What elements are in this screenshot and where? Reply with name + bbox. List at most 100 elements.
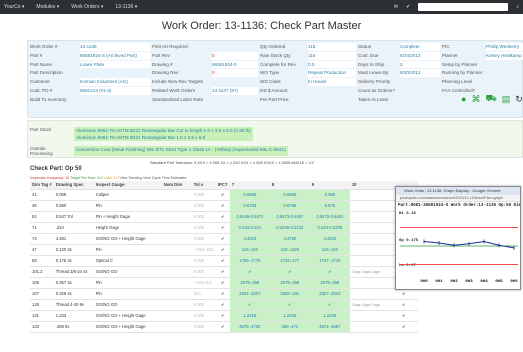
table-cell[interactable]: 0.2239-0.2232 (269, 222, 310, 234)
field-value-1-1[interactable]: 66581924-S (Archived Part) (80, 51, 150, 60)
field-value-3-7[interactable]: 6/20/2013 (400, 69, 440, 78)
table-cell[interactable]: 0.0695 (269, 189, 310, 201)
dimension-table: Dim Tag # Drawing Spec Inspect Gauge Nom Di… (30, 181, 418, 333)
table-cell[interactable]: 4.4813 (229, 233, 270, 245)
gage-links[interactable]: Gage Gage Gage (349, 299, 390, 311)
field-value-3-3[interactable]: 0 (212, 69, 258, 78)
table-cell[interactable]: ✔ (389, 299, 418, 311)
table-cell[interactable]: 0.5795 (269, 200, 310, 212)
field-value-2-1[interactable]: Lower Plate (80, 60, 150, 69)
field-value-2-7[interactable]: 2 (400, 60, 440, 69)
field-value-4-1[interactable]: Kornian Industries (AG) (80, 78, 150, 86)
network-icon[interactable]: ⌘ (471, 94, 480, 105)
x-tick-label: 001 (435, 280, 443, 284)
table-cell[interactable]: ✔ (309, 299, 350, 311)
table-cell[interactable]: 4.4822 (309, 233, 350, 245)
refresh-icon[interactable]: ↻ (515, 94, 523, 105)
field-value-1-3[interactable]: 0 (212, 51, 258, 60)
field-value-0-7[interactable]: Complete (400, 43, 440, 51)
table-cell[interactable]: 2575-.259 (309, 277, 350, 289)
table-cell[interactable]: ✔ (389, 310, 418, 322)
table-cell: 0.000 (191, 266, 216, 278)
field-value-3-5[interactable]: Repeat Production (308, 69, 356, 78)
table-cell[interactable]: 0.5793 (229, 200, 270, 212)
table-cell[interactable]: 0.224-0.2239 (309, 222, 350, 234)
field-value-0-9[interactable]: Phillip Wesberry (486, 43, 523, 51)
field-value-0-5[interactable]: 115 (308, 43, 356, 51)
outside-processing-label: Outside Processing (30, 146, 53, 156)
table-cell[interactable]: 4672-.4687 (309, 321, 350, 333)
table-cell[interactable]: ✔ (269, 266, 310, 278)
table-row: 460.580Pin0.005✔0.57930.57950.575✔ (30, 200, 418, 212)
table-cell[interactable]: 3282-.331 (269, 288, 310, 300)
table-cell[interactable]: ✔ (309, 266, 350, 278)
user-icon[interactable]: ✔ (406, 4, 410, 10)
table-cell[interactable]: 1752-.177 (269, 255, 310, 267)
column-header-3: Nom Dim (161, 181, 192, 190)
x-tick-label: 003 (465, 280, 473, 284)
document-icon[interactable]: ▤ (502, 94, 511, 105)
nav-work-order-number[interactable]: 13-1136 ▾ (115, 4, 137, 10)
envelope-icon[interactable]: ✉ (394, 4, 398, 10)
part-stock-value-2[interactable]: Aluminum 6061-T6 ASTM B221 Rectangular B… (74, 134, 253, 141)
table-cell[interactable]: 119-.120 (229, 244, 270, 256)
table-cell[interactable]: 0.575 (309, 200, 350, 212)
field-value-5-1[interactable]: 6581214 (#1-5) (80, 86, 150, 95)
table-cell[interactable]: 1747-.1742 (309, 255, 350, 267)
add-icon[interactable]: ● (461, 94, 466, 104)
table-cell[interactable]: 4675-.4702 (229, 321, 270, 333)
table-cell[interactable]: 2575-.259 (229, 277, 270, 289)
field-value-5-3[interactable]: 13-1137 (57) (212, 86, 258, 95)
nav-yourco[interactable]: YourCo ▾ (4, 4, 24, 10)
table-cell[interactable]: 0.5473-0.5467 (269, 211, 310, 223)
field-value-1-9[interactable]: Kelsey Heidkamp (486, 51, 523, 60)
field-value-1-5[interactable]: 115 (308, 51, 356, 60)
table-cell[interactable]: ✔ (389, 321, 418, 333)
field-value-2-5[interactable]: 0.0 (308, 60, 356, 69)
field-value-4-5[interactable]: In House (308, 78, 356, 86)
x-tick-label: 004 (480, 280, 488, 284)
search-icon[interactable]: ⌕ (516, 4, 519, 10)
table-cell[interactable]: 1.2335 (269, 310, 310, 322)
table-cell[interactable]: 3291-.3307 (229, 288, 270, 300)
field-value-5-5 (308, 87, 356, 95)
table-cell: +.004-.001 (191, 244, 216, 256)
legend-links[interactable]: View Trending View Cycle Time Estimates (119, 176, 186, 180)
table-cell[interactable]: 0.5472-0.5481 (309, 211, 350, 223)
nav-modules[interactable]: Modules ▾ (36, 4, 59, 10)
table-cell[interactable]: 1755-.1775 (229, 255, 270, 267)
table-cell: Pin (93, 277, 162, 289)
table-cell[interactable]: 119-.1185 (269, 244, 310, 256)
table-cell[interactable]: 0.5449-0.5472 (229, 211, 270, 223)
outside-processing-value[interactable]: Conversion Coat (Metal Finishing) MIL-DT… (74, 146, 288, 156)
column-header-1: Drawing Spec (53, 181, 94, 190)
gage-links[interactable]: Gage Gage Gage (349, 266, 390, 278)
table-cell: 41 (30, 189, 54, 201)
table-cell[interactable]: ✔ (229, 299, 270, 311)
field-value-1-7[interactable]: 6/24/2013 (400, 51, 440, 60)
nav-work-orders[interactable]: Work Orders ▾ (71, 4, 103, 10)
table-cell[interactable]: 0.224-0.224 (229, 222, 270, 234)
field-label-1-0: Part # (30, 52, 43, 58)
popup-title[interactable]: Work Order: 13-1136: Graph Display - Goo… (396, 187, 520, 195)
table-cell[interactable]: 4.4782 (269, 233, 310, 245)
table-cell[interactable]: 3327-.3323 (309, 288, 350, 300)
table-cell[interactable]: 0.0695 (229, 189, 270, 201)
truck-icon[interactable]: ⛟ (485, 93, 496, 105)
field-value-2-3[interactable]: 66581924-0 (212, 60, 258, 69)
table-cell[interactable]: ✔ (229, 266, 270, 278)
table-cell[interactable]: 1.2315 (229, 310, 270, 322)
table-cell[interactable]: 0.065 (309, 189, 350, 201)
table-cell: Thread 4-40 9x (53, 299, 94, 311)
table-cell[interactable]: 2575-.259 (269, 277, 310, 289)
search-input[interactable] (418, 3, 509, 11)
table-cell: 133 (30, 321, 54, 333)
table-cell: ✔ (215, 255, 230, 267)
table-cell[interactable]: 1.2339 (309, 310, 350, 322)
table-cell[interactable]: 119-.120 (309, 244, 350, 256)
table-cell[interactable]: 469-.471 (269, 321, 310, 333)
table-cell[interactable]: ✔ (269, 299, 310, 311)
field-value-0-1[interactable]: 13-1136 (80, 43, 150, 51)
top-navbar: YourCo ▾ Modules ▾ Work Orders ▾ 13-1136… (0, 0, 523, 14)
part-stock-value[interactable]: Aluminum 6061-T6 ASTM B221 Rectangular B… (74, 127, 253, 134)
